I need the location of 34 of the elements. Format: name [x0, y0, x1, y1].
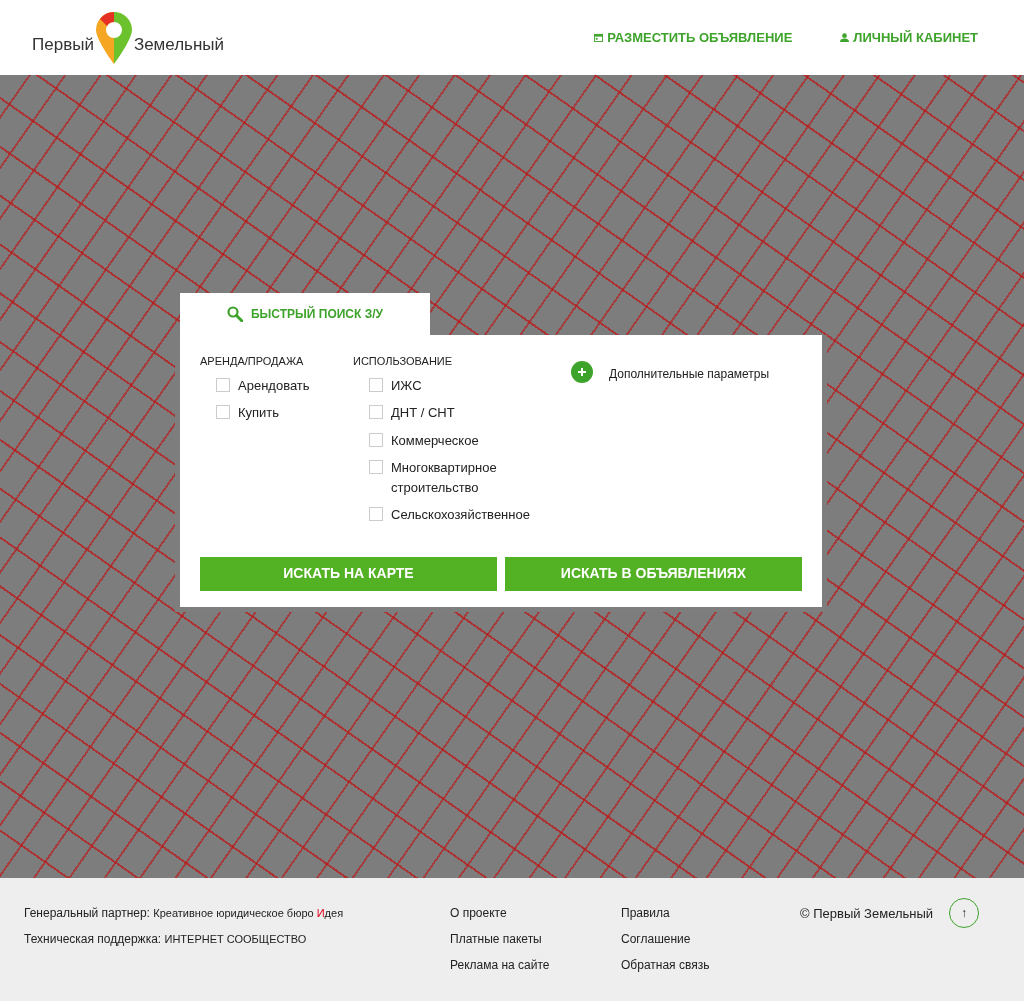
- user-icon: [840, 33, 850, 42]
- group-heading: ИСПОЛЬЗОВАНИЕ: [353, 354, 454, 369]
- plus-icon[interactable]: [571, 361, 593, 383]
- checkbox-label: ДНТ / СНТ: [391, 404, 455, 422]
- checkbox-label: Купить: [238, 404, 280, 422]
- footer-link[interactable]: Обратная связь: [621, 956, 792, 974]
- checkbox[interactable]: [369, 507, 383, 521]
- footer-link[interactable]: Платные пакеты: [450, 930, 621, 948]
- logo-text: Земельный: [133, 34, 225, 56]
- search-icon: [227, 306, 243, 322]
- footer-link[interactable]: Реклама на сайте: [450, 956, 621, 974]
- checkbox[interactable]: [369, 405, 383, 419]
- checkbox[interactable]: [369, 432, 383, 447]
- group-heading: АРЕНДА/ПРОДАЖА: [200, 354, 305, 369]
- logo-text: Первый: [32, 34, 94, 56]
- checkbox-label: Многоквартирное строительство: [391, 459, 498, 497]
- footer-link[interactable]: Правила: [621, 904, 792, 922]
- partner-text: Генеральный партнер: Креативное юридическое бюро Идея: [24, 905, 345, 922]
- checkbox[interactable]: [369, 377, 383, 392]
- footer-link[interactable]: О проекте: [450, 904, 621, 922]
- checkbox[interactable]: [369, 460, 383, 474]
- checkbox[interactable]: [216, 377, 230, 392]
- footer-link[interactable]: Соглашение: [621, 930, 792, 948]
- checkbox-label: Сельскохозяйственное: [391, 506, 530, 524]
- checkbox[interactable]: [216, 405, 230, 419]
- support-text: Техническая поддержка: ИНТЕРНЕТ СООБЩЕСТВО: [24, 931, 308, 948]
- calendar-icon: [594, 33, 604, 42]
- tab-label: БЫСТРЫЙ ПОИСК З/У: [251, 305, 383, 323]
- map-pin-logo-icon: [93, 9, 134, 66]
- checkbox-label: Коммерческое: [391, 431, 479, 450]
- checkbox-label: Арендовать: [238, 376, 310, 395]
- checkbox-label: ИЖС: [391, 376, 422, 395]
- more-params-link[interactable]: Дополнительные параметры: [609, 365, 770, 383]
- copyright-text: © Первый Земельный: [800, 905, 934, 923]
